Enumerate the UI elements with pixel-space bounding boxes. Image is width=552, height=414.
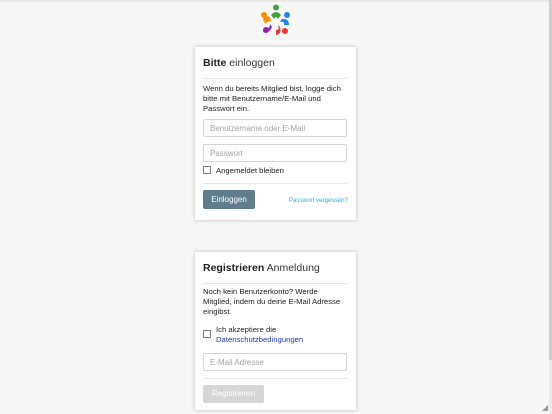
divider [203,183,348,184]
remember-label: Angemeldet bleiben [216,166,284,175]
register-title: Registrieren Anmeldung [203,262,320,274]
resize-handle-icon[interactable]: ◢ [542,404,550,412]
consent-checkbox[interactable] [203,330,211,338]
login-card: Bitte einloggen Wenn du bereits Mitglied… [195,47,356,220]
privacy-policy-link[interactable]: Datenschutzbedingungen [216,335,303,344]
login-description: Wenn du bereits Mitglied bist, logge dic… [203,84,341,113]
forgot-password-link[interactable]: Passwort vergessen? [289,197,348,204]
divider [203,283,348,284]
username-input[interactable] [203,119,347,137]
people-circle-logo-icon [261,4,290,35]
divider [203,78,348,79]
top-border [0,0,552,2]
register-description: Noch kein Benutzerkonto? Werde Mitglied,… [203,287,341,316]
login-button[interactable]: Einloggen [203,190,255,209]
email-input[interactable] [203,353,347,371]
divider [203,378,348,379]
register-button[interactable]: Registrieren [203,385,264,403]
consent-label: Ich akzeptiere die Datenschutzbedingunge… [216,325,304,344]
register-card: Registrieren Anmeldung Noch kein Benutze… [195,252,356,410]
remember-checkbox[interactable] [203,166,211,174]
login-title: Bitte einloggen [203,57,275,69]
password-input[interactable] [203,144,347,162]
